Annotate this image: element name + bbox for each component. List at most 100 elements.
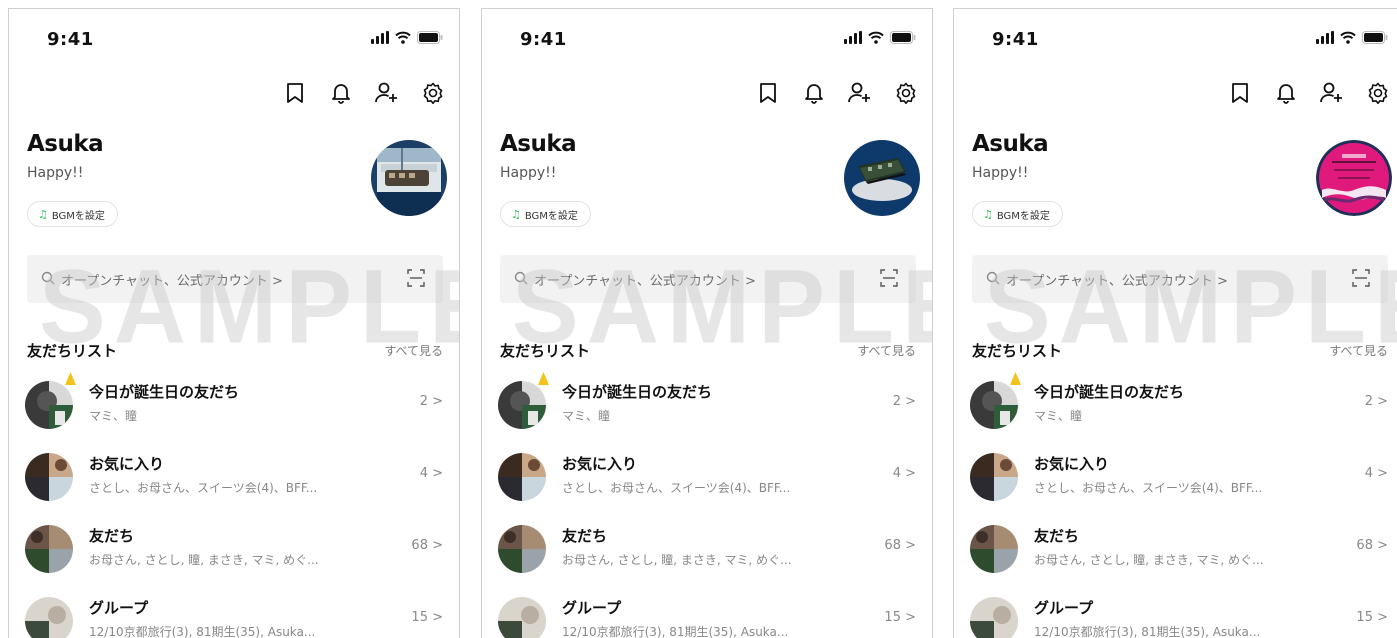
friends-avatar: [498, 525, 546, 573]
groups-row[interactable]: グループ 12/10京都旅行(3), 81期生(35), Asuka... 15…: [9, 585, 459, 638]
search-placeholder: オープンチャット、公式アカウント >: [61, 274, 283, 289]
signal-icon: [371, 31, 389, 44]
groups-avatar: [970, 597, 1018, 638]
status-icons: [1316, 31, 1388, 44]
profile-status-message[interactable]: Happy!!: [500, 165, 556, 181]
header-toolbar: [283, 81, 445, 105]
bgm-button[interactable]: ♫ BGMを設定: [972, 201, 1063, 227]
birthday-avatar: [25, 381, 73, 429]
friends-avatar: [970, 525, 1018, 573]
header-toolbar: [756, 81, 918, 105]
row-count: 68 >: [884, 538, 916, 553]
signal-icon: [844, 31, 862, 44]
groups-row[interactable]: グループ 12/10京都旅行(3), 81期生(35), Asuka... 15…: [482, 585, 932, 638]
add-friend-icon[interactable]: [375, 81, 399, 105]
favorites-avatar: [970, 453, 1018, 501]
bgm-button[interactable]: ♫ BGMを設定: [500, 201, 591, 227]
groups-avatar: [498, 597, 546, 638]
friends-avatar: [25, 525, 73, 573]
favorites-row[interactable]: お気に入り さとし、お母さん、スイーツ会(4)、BFF... 4 >: [482, 441, 932, 513]
phone-screen-1: 9:41 Asuka Happy!! ♫ BGMを設定 オープンチャット、公式ア…: [8, 8, 460, 638]
see-all-link[interactable]: すべて見る: [857, 342, 916, 359]
signal-icon: [1316, 31, 1334, 44]
row-count: 2 >: [1364, 394, 1388, 409]
row-count: 68 >: [1356, 538, 1388, 553]
friends-row[interactable]: 友だち お母さん, さとし, 瞳, まさき, マミ, めぐ... 68 >: [482, 513, 932, 585]
party-hat-icon: [538, 370, 549, 385]
groups-avatar: [25, 597, 73, 638]
add-friend-icon[interactable]: [1320, 81, 1344, 105]
row-title: 友だち: [562, 527, 608, 545]
birthday-friends-row[interactable]: 今日が誕生日の友だち マミ、瞳 2 >: [954, 369, 1397, 441]
search-placeholder: オープンチャット、公式アカウント >: [534, 274, 756, 289]
music-note-icon: ♫: [983, 207, 993, 221]
profile-status-message[interactable]: Happy!!: [972, 165, 1028, 181]
gear-icon[interactable]: [1366, 81, 1390, 105]
profile-status-message[interactable]: Happy!!: [27, 165, 83, 181]
search-icon: [41, 270, 55, 289]
profile-name[interactable]: Asuka: [972, 131, 1049, 157]
battery-icon: [890, 31, 916, 44]
row-title: 今日が誕生日の友だち: [562, 383, 713, 401]
bookmark-icon[interactable]: [756, 81, 780, 105]
profile-name[interactable]: Asuka: [27, 131, 104, 157]
gear-icon[interactable]: [421, 81, 445, 105]
row-count: 4 >: [419, 466, 443, 481]
bell-icon[interactable]: [802, 81, 826, 105]
bgm-button[interactable]: ♫ BGMを設定: [27, 201, 118, 227]
friends-row[interactable]: 友だち お母さん, さとし, 瞳, まさき, マミ, めぐ... 68 >: [9, 513, 459, 585]
search-bar[interactable]: オープンチャット、公式アカウント >: [500, 255, 916, 303]
row-count: 15 >: [411, 610, 443, 625]
friends-list-title: 友だちリスト: [27, 342, 118, 360]
row-subtitle: 12/10京都旅行(3), 81期生(35), Asuka...: [1034, 625, 1261, 638]
row-title: 友だち: [1034, 527, 1080, 545]
groups-row[interactable]: グループ 12/10京都旅行(3), 81期生(35), Asuka... 15…: [954, 585, 1397, 638]
row-subtitle: さとし、お母さん、スイーツ会(4)、BFF...: [89, 481, 318, 495]
search-bar[interactable]: オープンチャット、公式アカウント >: [972, 255, 1388, 303]
add-friend-icon[interactable]: [848, 81, 872, 105]
wifi-icon: [868, 31, 884, 44]
birthday-friends-row[interactable]: 今日が誕生日の友だち マミ、瞳 2 >: [9, 369, 459, 441]
status-bar: 9:41: [482, 9, 932, 69]
favorites-avatar: [498, 453, 546, 501]
friends-list-title: 友だちリスト: [972, 342, 1063, 360]
bgm-label: BGMを設定: [996, 210, 1050, 222]
bgm-label: BGMを設定: [524, 210, 578, 222]
row-title: お気に入り: [89, 455, 165, 473]
qr-scan-icon[interactable]: [880, 269, 898, 291]
train-model-avatar[interactable]: [844, 140, 920, 216]
row-count: 4 >: [892, 466, 916, 481]
status-icons: [371, 31, 443, 44]
see-all-link[interactable]: すべて見る: [1329, 342, 1388, 359]
friends-row[interactable]: 友だち お母さん, さとし, 瞳, まさき, マミ, めぐ... 68 >: [954, 513, 1397, 585]
qr-scan-icon[interactable]: [407, 269, 425, 291]
row-count: 15 >: [884, 610, 916, 625]
gear-icon[interactable]: [894, 81, 918, 105]
row-subtitle: マミ、瞳: [89, 409, 138, 423]
train-photo-avatar[interactable]: [371, 140, 447, 216]
bookmark-icon[interactable]: [1228, 81, 1252, 105]
bell-icon[interactable]: [329, 81, 353, 105]
row-subtitle: 12/10京都旅行(3), 81期生(35), Asuka...: [89, 625, 316, 638]
row-count: 4 >: [1364, 466, 1388, 481]
party-hat-icon: [1010, 370, 1021, 385]
bgm-label: BGMを設定: [51, 210, 105, 222]
qr-scan-icon[interactable]: [1352, 269, 1370, 291]
profile-name[interactable]: Asuka: [500, 131, 577, 157]
bookmark-icon[interactable]: [283, 81, 307, 105]
see-all-link[interactable]: すべて見る: [384, 342, 443, 359]
favorites-row[interactable]: お気に入り さとし、お母さん、スイーツ会(4)、BFF... 4 >: [954, 441, 1397, 513]
status-bar: 9:41: [954, 9, 1397, 69]
row-subtitle: お母さん, さとし, 瞳, まさき, マミ, めぐ...: [1034, 553, 1264, 567]
bell-icon[interactable]: [1274, 81, 1298, 105]
favorites-row[interactable]: お気に入り さとし、お母さん、スイーツ会(4)、BFF... 4 >: [9, 441, 459, 513]
birthday-friends-row[interactable]: 今日が誕生日の友だち マミ、瞳 2 >: [482, 369, 932, 441]
music-note-icon: ♫: [511, 207, 521, 221]
pink-logo-avatar[interactable]: [1316, 140, 1392, 216]
search-bar[interactable]: オープンチャット、公式アカウント >: [27, 255, 443, 303]
music-note-icon: ♫: [38, 207, 48, 221]
row-count: 15 >: [1356, 610, 1388, 625]
phone-screen-3: 9:41 Asuka Happy!! ♫ BGMを設定 オープンチャット、公式ア…: [953, 8, 1397, 638]
row-title: 今日が誕生日の友だち: [1034, 383, 1185, 401]
search-icon: [514, 270, 528, 289]
